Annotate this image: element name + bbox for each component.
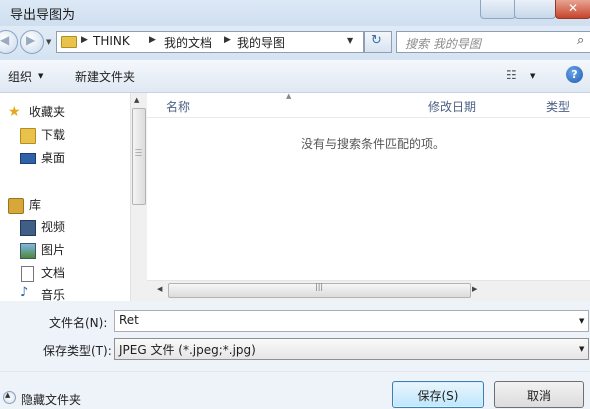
organize-button[interactable]: 组织 xyxy=(8,68,32,85)
forward-button[interactable]: ▶ xyxy=(20,30,44,54)
view-dropdown-icon[interactable]: ▼ xyxy=(530,72,535,80)
new-folder-button[interactable]: 新建文件夹 xyxy=(75,68,135,85)
window-title: 导出导图为 xyxy=(10,8,76,23)
close-icon: ✕ xyxy=(568,1,579,15)
sidebar-item-label: 图片 xyxy=(41,243,66,257)
maximize-button[interactable] xyxy=(514,0,556,19)
scroll-grip-icon: — — — xyxy=(135,145,142,159)
sort-ascending-icon: ▲ xyxy=(286,92,292,100)
star-icon: ★ xyxy=(8,104,21,120)
sidebar-item-label: 视频 xyxy=(41,220,66,234)
sidebar-item-label: 下载 xyxy=(41,128,66,142)
help-button[interactable]: ? xyxy=(566,66,583,83)
search-icon[interactable]: ⌕ xyxy=(577,33,584,48)
view-options-icon[interactable]: ☷ xyxy=(506,68,517,82)
scroll-up-icon[interactable]: ▲ xyxy=(134,96,139,104)
filename-input[interactable]: Ret ▼ xyxy=(114,310,589,332)
filetype-dropdown-icon[interactable]: ▼ xyxy=(579,345,584,353)
breadcrumb-separator-icon[interactable]: ▶ xyxy=(149,35,156,45)
document-icon xyxy=(21,266,34,282)
recent-pages-dropdown-icon[interactable]: ▼ xyxy=(46,38,51,46)
scroll-grip-icon: ||| xyxy=(315,282,324,291)
empty-results-message: 没有与搜索条件匹配的项。 xyxy=(301,137,446,151)
save-button-label: 保存(S) xyxy=(417,389,459,403)
video-icon xyxy=(20,220,36,236)
cancel-button[interactable]: 取消 xyxy=(494,381,584,408)
organize-dropdown-icon[interactable]: ▼ xyxy=(38,72,43,80)
column-header-date-modified[interactable]: 修改日期 xyxy=(428,98,476,115)
filetype-value: JPEG 文件 (*.jpeg;*.jpg) xyxy=(119,343,256,357)
sidebar-item-label: 文档 xyxy=(41,266,66,280)
file-list[interactable] xyxy=(147,93,590,301)
save-button[interactable]: 保存(S) xyxy=(392,381,484,408)
sidebar-item-label: 收藏夹 xyxy=(29,105,66,119)
back-arrow-icon: ◀ xyxy=(0,33,10,47)
navigation-pane: ★ 收藏夹 下载 桌面 库 视频 图片 文档 ♪ 音乐 xyxy=(0,93,130,301)
column-header-row xyxy=(147,93,590,118)
filename-value: Ret xyxy=(119,313,139,327)
minimize-button[interactable] xyxy=(480,0,516,19)
breadcrumb-my-documents[interactable]: 我的文档 xyxy=(164,34,212,51)
refresh-icon: ↻ xyxy=(371,33,382,48)
scroll-left-icon[interactable]: ◀ xyxy=(157,285,162,293)
folder-icon xyxy=(61,36,77,48)
music-icon: ♪ xyxy=(20,285,29,300)
filename-label: 文件名(N): xyxy=(49,316,108,330)
refresh-button[interactable]: ↻ xyxy=(364,31,392,53)
cancel-button-label: 取消 xyxy=(526,389,551,403)
scroll-right-icon[interactable]: ▶ xyxy=(472,285,477,293)
chevron-up-icon: ▲ xyxy=(5,391,11,399)
download-folder-icon xyxy=(20,128,36,144)
search-input[interactable]: 搜索 我的导图 ⌕ xyxy=(396,31,590,53)
search-placeholder: 搜索 我的导图 xyxy=(405,37,481,51)
filename-dropdown-icon[interactable]: ▼ xyxy=(579,317,584,325)
library-icon xyxy=(8,198,24,214)
sidebar-item-label: 音乐 xyxy=(41,288,66,301)
sidebar-item-label: 库 xyxy=(29,198,42,212)
breadcrumb-separator-icon[interactable]: ▶ xyxy=(81,35,88,45)
sidebar-item-label: 桌面 xyxy=(41,151,66,165)
close-button[interactable]: ✕ xyxy=(555,0,590,19)
filetype-label: 保存类型(T): xyxy=(43,344,112,358)
breadcrumb-separator-icon[interactable]: ▶ xyxy=(224,35,231,45)
address-bar[interactable]: ▶ THINK ▶ 我的文档 ▶ 我的导图 ▼ xyxy=(56,31,364,53)
breadcrumb-think[interactable]: THINK xyxy=(93,34,130,48)
column-header-type[interactable]: 类型 xyxy=(546,98,570,115)
column-header-name[interactable]: 名称 xyxy=(166,98,190,115)
address-dropdown-icon[interactable]: ▼ xyxy=(347,36,353,45)
forward-arrow-icon: ▶ xyxy=(26,33,36,47)
filetype-select[interactable]: JPEG 文件 (*.jpeg;*.jpg) ▼ xyxy=(114,338,589,360)
desktop-icon xyxy=(20,153,36,164)
picture-icon xyxy=(20,243,36,259)
breadcrumb-my-maps[interactable]: 我的导图 xyxy=(237,34,285,51)
hide-folders-label[interactable]: 隐藏文件夹 xyxy=(21,391,81,408)
